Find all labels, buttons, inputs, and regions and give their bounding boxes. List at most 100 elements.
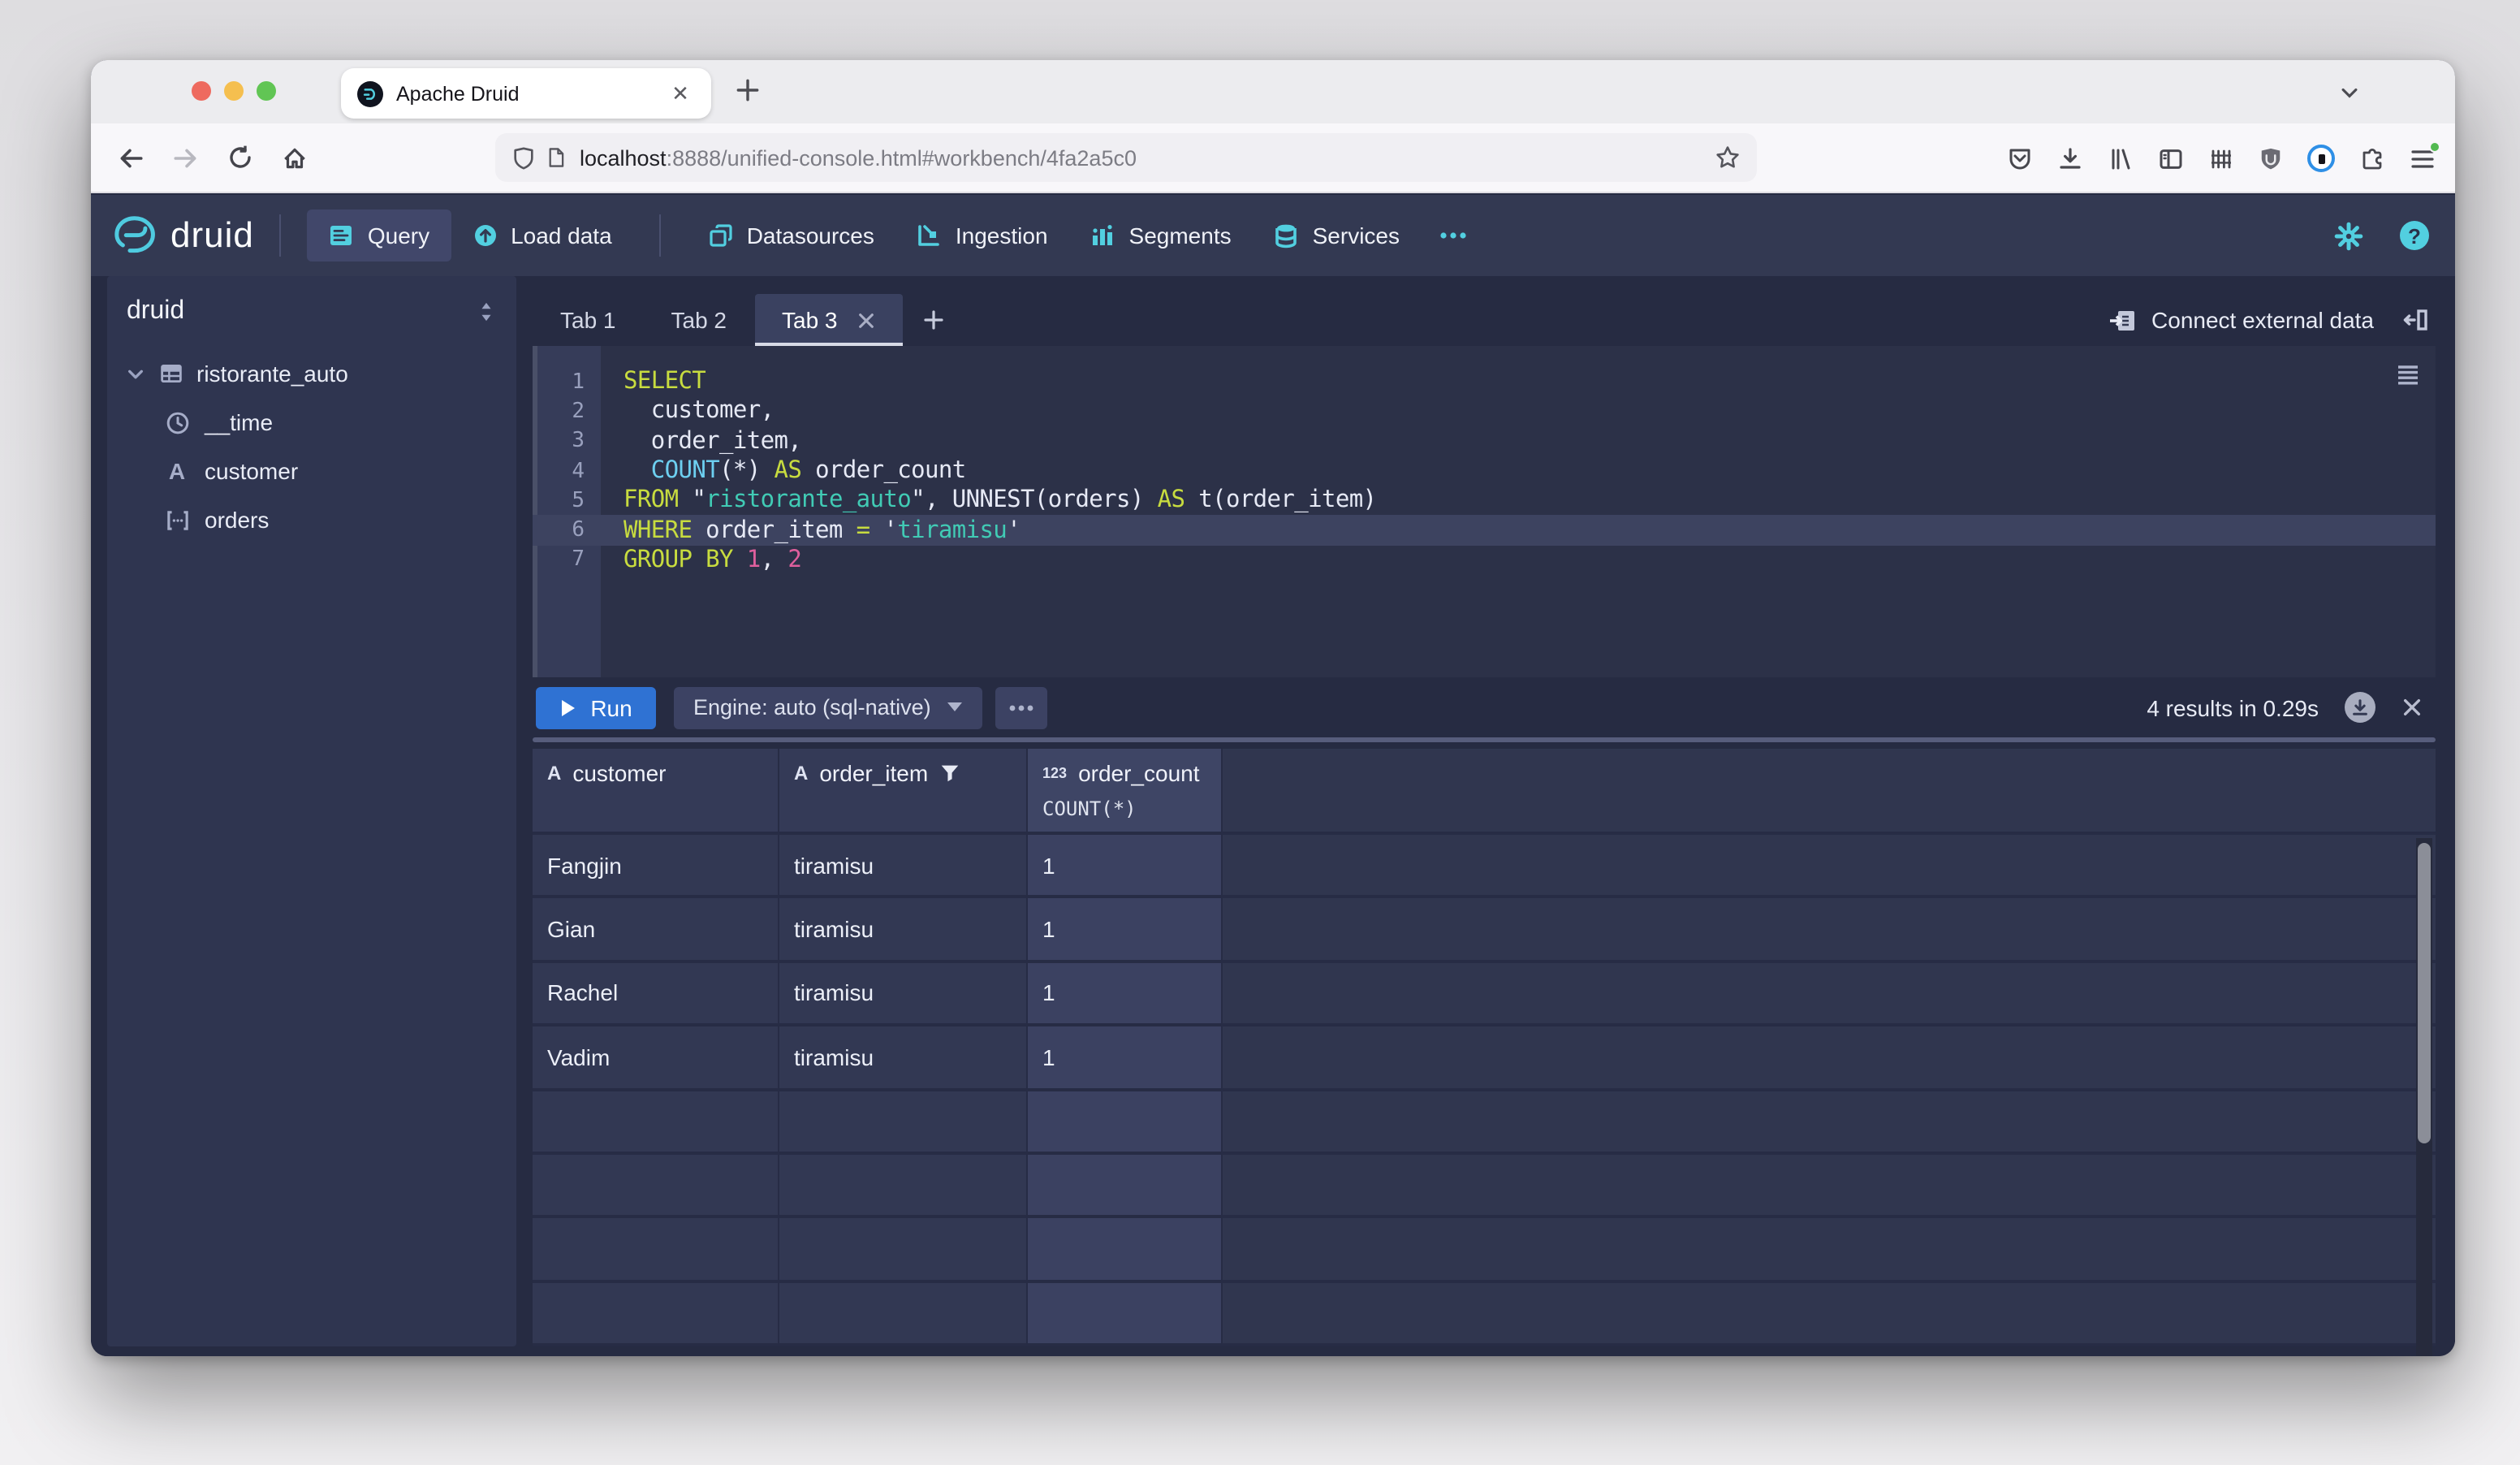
column-header-order-item[interactable]: A order_item <box>779 749 1028 832</box>
code-line: 4 COUNT(*) AS order_count <box>533 456 2436 486</box>
sidebars-icon[interactable] <box>2158 145 2184 171</box>
filter-icon <box>940 765 958 782</box>
table-row[interactable]: Vadim tiramisu 1 <box>533 1026 2436 1091</box>
line-number: 3 <box>572 429 585 454</box>
engine-select[interactable]: Engine: auto (sql-native) <box>674 686 983 728</box>
column-header-order-count[interactable]: 123 order_count COUNT(*) <box>1028 749 1223 832</box>
close-window-button[interactable] <box>192 81 211 101</box>
column-header-customer[interactable]: A customer <box>533 749 779 832</box>
cell-customer[interactable]: Rachel <box>533 962 779 1024</box>
nav-item-query[interactable]: Query <box>307 210 451 261</box>
table-row[interactable]: Gian tiramisu 1 <box>533 898 2436 963</box>
password-manager-icon[interactable] <box>2307 145 2335 172</box>
url-host: localhost <box>580 145 667 170</box>
tree-item-string-column[interactable]: A customer <box>107 447 516 495</box>
collapse-panel-icon[interactable] <box>2403 307 2429 333</box>
line-number: 7 <box>572 547 585 573</box>
reload-button[interactable] <box>227 145 253 171</box>
nav-item-datasources[interactable]: Datasources <box>687 210 895 261</box>
page-info-icon[interactable] <box>546 146 567 169</box>
chevron-down-icon[interactable] <box>127 365 145 382</box>
cell-order-item[interactable]: tiramisu <box>779 898 1028 960</box>
zoom-window-button[interactable] <box>257 81 276 101</box>
table-row-empty <box>533 1091 2436 1155</box>
new-tab-button[interactable] <box>734 76 762 104</box>
run-bar: Run Engine: auto (sql-native) 4 results … <box>533 677 2436 737</box>
close-results-icon[interactable] <box>2401 697 2423 718</box>
results-table: A customer A order_item 123 order_count … <box>533 749 2436 1356</box>
tab-overflow-chevron-icon[interactable] <box>2338 81 2361 104</box>
query-tab-2[interactable]: Tab 2 <box>644 294 755 346</box>
panel-splitter[interactable] <box>533 737 2436 742</box>
code-line: 5 FROM "ristorante_auto", UNNEST(orders)… <box>533 486 2436 516</box>
tracking-shield-icon[interactable] <box>511 145 536 170</box>
nav-item-ingestion[interactable]: Ingestion <box>895 210 1069 261</box>
table-row[interactable]: Fangjin tiramisu 1 <box>533 835 2436 899</box>
cell-customer[interactable]: Fangjin <box>533 835 779 896</box>
druid-top-nav: druid Query Load data Datasources Ingest… <box>91 195 2455 276</box>
cell-order-count[interactable]: 1 <box>1028 835 1223 896</box>
container-fence-icon[interactable] <box>2208 145 2234 171</box>
nav-item-load-data[interactable]: Load data <box>451 210 633 261</box>
cell-order-count[interactable]: 1 <box>1028 898 1223 960</box>
query-more-button[interactable] <box>995 686 1048 728</box>
tree-item-datasource[interactable]: ristorante_auto <box>107 349 516 398</box>
query-tab-3[interactable]: Tab 3 <box>754 294 904 346</box>
string-type-icon: A <box>794 762 809 784</box>
downloads-icon[interactable] <box>2057 145 2083 171</box>
ublock-icon[interactable] <box>2259 145 2283 171</box>
menu-hamburger-icon[interactable] <box>2410 140 2440 170</box>
download-results-icon[interactable] <box>2345 692 2375 723</box>
cell-customer[interactable]: Gian <box>533 898 779 960</box>
editor-menu-icon[interactable] <box>2395 364 2421 387</box>
pocket-icon[interactable] <box>2007 145 2033 171</box>
browser-tab[interactable]: Apache Druid ✕ <box>341 68 711 119</box>
clock-icon <box>164 410 190 434</box>
druid-logo[interactable]: druid <box>114 214 254 257</box>
query-tab-1[interactable]: Tab 1 <box>533 294 644 346</box>
nav-item-label: Query <box>367 223 430 248</box>
url-bar[interactable]: localhost:8888/unified-console.html#work… <box>495 133 1757 182</box>
nav-more-button[interactable] <box>1421 223 1486 248</box>
sql-token: WHERE <box>624 517 693 544</box>
cell-order-count[interactable]: 1 <box>1028 1026 1223 1088</box>
new-query-tab-button[interactable] <box>903 294 964 346</box>
settings-gear-icon[interactable] <box>2333 220 2364 251</box>
cell-order-item[interactable]: tiramisu <box>779 835 1028 896</box>
query-tab-close-icon[interactable] <box>857 311 875 329</box>
table-row[interactable]: Rachel tiramisu 1 <box>533 962 2436 1027</box>
run-button[interactable]: Run <box>536 686 656 728</box>
home-button[interactable] <box>281 144 309 171</box>
minimize-window-button[interactable] <box>224 81 244 101</box>
cell-customer[interactable]: Vadim <box>533 1026 779 1088</box>
druid-console: druid Query Load data Datasources Ingest… <box>91 195 2455 1356</box>
cell-order-count[interactable]: 1 <box>1028 962 1223 1024</box>
url-path: :8888/unified-console.html#workbench/4fa… <box>666 145 1137 170</box>
sql-token: (*) <box>719 458 775 485</box>
browser-window: Apache Druid ✕ localhost:8888/unified-co… <box>91 60 2455 1356</box>
scrollbar-thumb[interactable] <box>2418 843 2431 1143</box>
cell-order-item[interactable]: tiramisu <box>779 962 1028 1024</box>
results-scrollbar[interactable] <box>2416 838 2432 1356</box>
tree-item-time-column[interactable]: __time <box>107 398 516 447</box>
column-aggregate: COUNT(*) <box>1042 797 1137 820</box>
sql-token: GROUP BY <box>624 547 734 573</box>
bookmark-star-icon[interactable] <box>1715 145 1741 171</box>
url-text[interactable]: localhost:8888/unified-console.html#work… <box>580 145 1715 170</box>
help-icon[interactable]: ? <box>2400 221 2429 250</box>
cell-order-item[interactable]: tiramisu <box>779 1026 1028 1088</box>
sort-columns-icon[interactable] <box>476 300 497 323</box>
forward-button[interactable] <box>172 144 200 171</box>
nav-item-segments[interactable]: Segments <box>1069 210 1253 261</box>
nav-item-services[interactable]: Services <box>1253 210 1421 261</box>
extensions-puzzle-icon[interactable] <box>2359 145 2385 171</box>
sql-token: " <box>678 487 706 514</box>
tree-item-array-column[interactable]: orders <box>107 495 516 544</box>
sql-editor[interactable]: 1 SELECT 2 customer, 3 order_item, 4 COU… <box>533 346 2436 677</box>
tab-close-icon[interactable]: ✕ <box>666 80 695 106</box>
back-button[interactable] <box>117 144 145 171</box>
browser-toolbar: localhost:8888/unified-console.html#work… <box>91 123 2455 193</box>
connect-external-data-button[interactable]: Connect external data <box>2109 307 2374 333</box>
library-icon[interactable] <box>2108 145 2134 171</box>
tree-item-label: customer <box>205 458 299 484</box>
